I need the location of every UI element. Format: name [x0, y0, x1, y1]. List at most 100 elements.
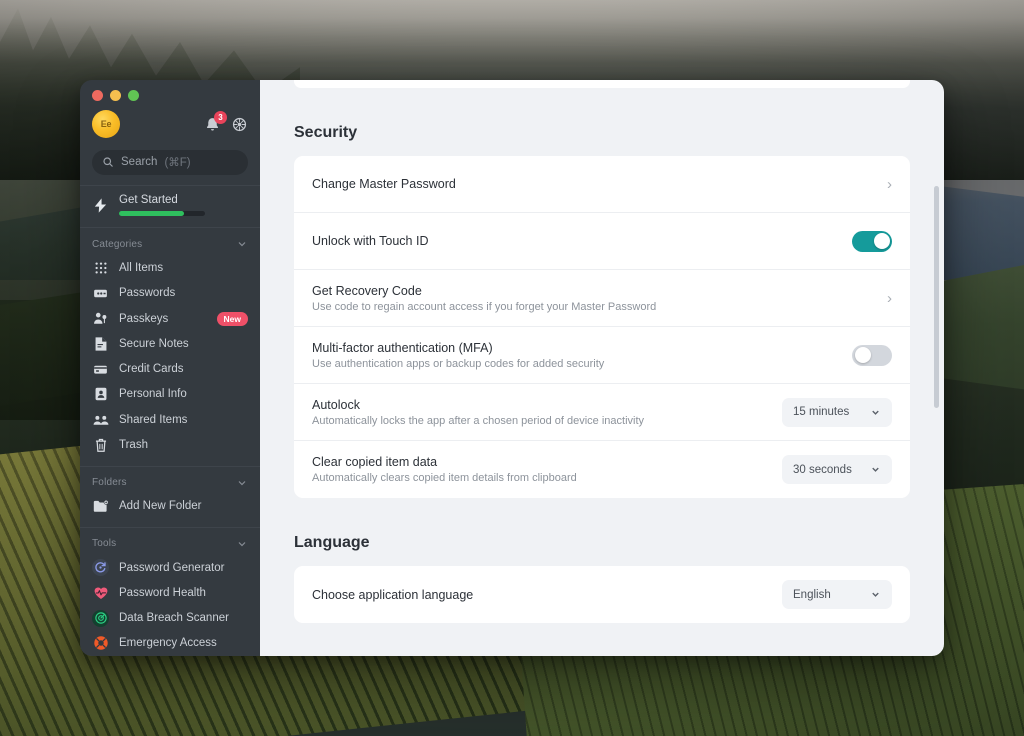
gear-icon	[232, 117, 247, 131]
row-unlock-with-touch-id[interactable]: Unlock with Touch ID	[294, 213, 910, 270]
notifications-button[interactable]: 3	[204, 110, 227, 134]
sidebar-item-password-health[interactable]: Password Health	[80, 580, 260, 605]
row-multi-factor-authentication[interactable]: Multi-factor authentication (MFA) Use au…	[294, 327, 910, 384]
passkey-person-icon	[92, 310, 109, 327]
chevron-down-icon	[872, 592, 879, 597]
sidebar-item-label: Data Breach Scanner	[119, 612, 229, 625]
dropdown-value: 15 minutes	[793, 406, 850, 418]
search-input[interactable]: Search (⌘F)	[92, 149, 248, 175]
sidebar-item-emergency-access[interactable]: Emergency Access	[80, 631, 260, 656]
sidebar-item-label: Personal Info	[119, 388, 187, 401]
dropdown-value: 30 seconds	[793, 463, 852, 476]
row-subtitle: Use authentication apps or backup codes …	[312, 357, 605, 370]
language-settings-card: Choose application language English	[294, 566, 910, 623]
folders-label: Folders	[92, 477, 127, 489]
credit-card-icon	[92, 361, 109, 378]
section-title-security: Security	[294, 124, 358, 141]
toggle-mfa[interactable]	[852, 344, 892, 366]
dropdown-clear-copied-item-data[interactable]: 30 seconds	[782, 455, 892, 484]
trash-icon	[92, 437, 109, 454]
row-autolock[interactable]: Autolock Automatically locks the app aft…	[294, 384, 910, 441]
folder-plus-icon	[92, 498, 109, 515]
get-started-item[interactable]: Get Started	[80, 185, 260, 227]
document-icon	[92, 335, 109, 352]
sidebar-item-all-items[interactable]: All Items	[80, 255, 260, 280]
section-title-language: Language	[294, 534, 370, 551]
row-clear-copied-item-data[interactable]: Clear copied item data Automatically cle…	[294, 441, 910, 498]
tools-label: Tools	[92, 538, 117, 550]
row-text: Autolock Automatically locks the app aft…	[312, 387, 782, 438]
avatar[interactable]: Ee	[92, 110, 120, 139]
sidebar-item-add-new-folder[interactable]: Add New Folder	[80, 494, 260, 519]
heart-pulse-icon	[92, 584, 109, 601]
row-change-master-password[interactable]: Change Master Password ›	[294, 156, 910, 213]
categories-section-header[interactable]: Categories	[80, 228, 260, 255]
chevron-down-icon	[238, 541, 246, 547]
radar-icon	[92, 609, 109, 627]
sidebar-item-shared-items[interactable]: Shared Items	[80, 407, 260, 432]
refresh-shield-icon	[92, 559, 109, 576]
sidebar-header-actions: 3	[204, 110, 248, 134]
row-title: Clear copied item data	[312, 455, 438, 469]
chevron-right-icon[interactable]: ›	[887, 290, 892, 307]
sidebar-item-label: Add New Folder	[119, 500, 202, 513]
row-title: Change Master Password	[312, 177, 456, 191]
sidebar-item-data-breach-scanner[interactable]: Data Breach Scanner	[80, 605, 260, 630]
sidebar-item-trash[interactable]: Trash	[80, 432, 260, 457]
row-text: Change Master Password	[312, 166, 875, 202]
row-choose-application-language[interactable]: Choose application language English	[294, 566, 910, 623]
categories-label: Categories	[92, 238, 143, 250]
minimize-window-button[interactable]	[110, 90, 121, 101]
row-title: Autolock	[312, 397, 360, 412]
chevron-down-icon	[238, 480, 246, 485]
sidebar-item-secure-notes[interactable]: Secure Notes	[80, 331, 260, 356]
app-window: Ee 3 Search (⌘F) Get Started Categories …	[80, 80, 944, 656]
toggle-touch-id[interactable]	[852, 230, 892, 252]
scrollbar-track[interactable]	[934, 88, 939, 648]
folders-section-header[interactable]: Folders	[80, 467, 260, 494]
row-title: Unlock with Touch ID	[312, 234, 429, 248]
sidebar-item-credit-cards[interactable]: Credit Cards	[80, 357, 260, 382]
settings-button[interactable]	[231, 116, 248, 133]
row-text: Multi-factor authentication (MFA) Use au…	[312, 330, 852, 381]
people-icon	[92, 411, 109, 428]
row-title: Multi-factor authentication (MFA)	[312, 340, 493, 355]
row-get-recovery-code[interactable]: Get Recovery Code Use code to regain acc…	[294, 270, 910, 327]
dropdown-application-language[interactable]: English	[782, 580, 892, 609]
search-shortcut: (⌘F)	[164, 157, 191, 170]
get-started-label: Get Started	[119, 194, 178, 207]
id-card-icon	[92, 386, 109, 403]
maximize-window-button[interactable]	[128, 90, 139, 101]
security-settings-card: Change Master Password › Unlock with Tou…	[294, 156, 910, 498]
sidebar-item-label: All Items	[119, 262, 164, 275]
key-card-icon	[92, 285, 109, 302]
row-subtitle: Use code to regain account access if you…	[312, 300, 657, 313]
sidebar-item-personal-info[interactable]: Personal Info	[80, 382, 260, 407]
row-text: Clear copied item data Automatically cle…	[312, 444, 782, 495]
sidebar-item-passkeys[interactable]: Passkeys New	[80, 306, 260, 331]
chevron-down-icon	[872, 410, 879, 415]
row-text: Choose application language	[312, 577, 782, 613]
scrollbar-thumb[interactable]	[934, 186, 939, 408]
new-badge: New	[216, 311, 248, 326]
avatar-initials: Ee	[100, 119, 112, 130]
sidebar-item-label: Password Generator	[119, 561, 225, 574]
tools-section-header[interactable]: Tools	[80, 528, 260, 555]
sidebar-item-label: Emergency Access	[119, 637, 217, 650]
row-subtitle: Automatically clears copied item details…	[312, 472, 577, 484]
sidebar-item-password-generator[interactable]: Password Generator	[80, 555, 260, 580]
sidebar-header: Ee 3	[80, 101, 260, 142]
row-title: Choose application language	[312, 587, 474, 602]
previous-section-card-peek	[294, 80, 910, 88]
sidebar-item-label: Passkeys	[119, 312, 169, 325]
lightning-bolt-icon	[94, 198, 107, 213]
settings-scroll-area[interactable]: Security Change Master Password › Unlock…	[260, 80, 944, 656]
sidebar: Ee 3 Search (⌘F) Get Started Categories …	[80, 80, 260, 656]
sidebar-item-passwords[interactable]: Passwords	[80, 281, 260, 306]
grid-icon	[92, 260, 109, 277]
chevron-right-icon[interactable]: ›	[887, 176, 892, 193]
dropdown-autolock[interactable]: 15 minutes	[782, 397, 892, 427]
close-window-button[interactable]	[92, 90, 103, 101]
lifebuoy-icon	[92, 635, 109, 652]
main-content: Security Change Master Password › Unlock…	[260, 80, 944, 656]
